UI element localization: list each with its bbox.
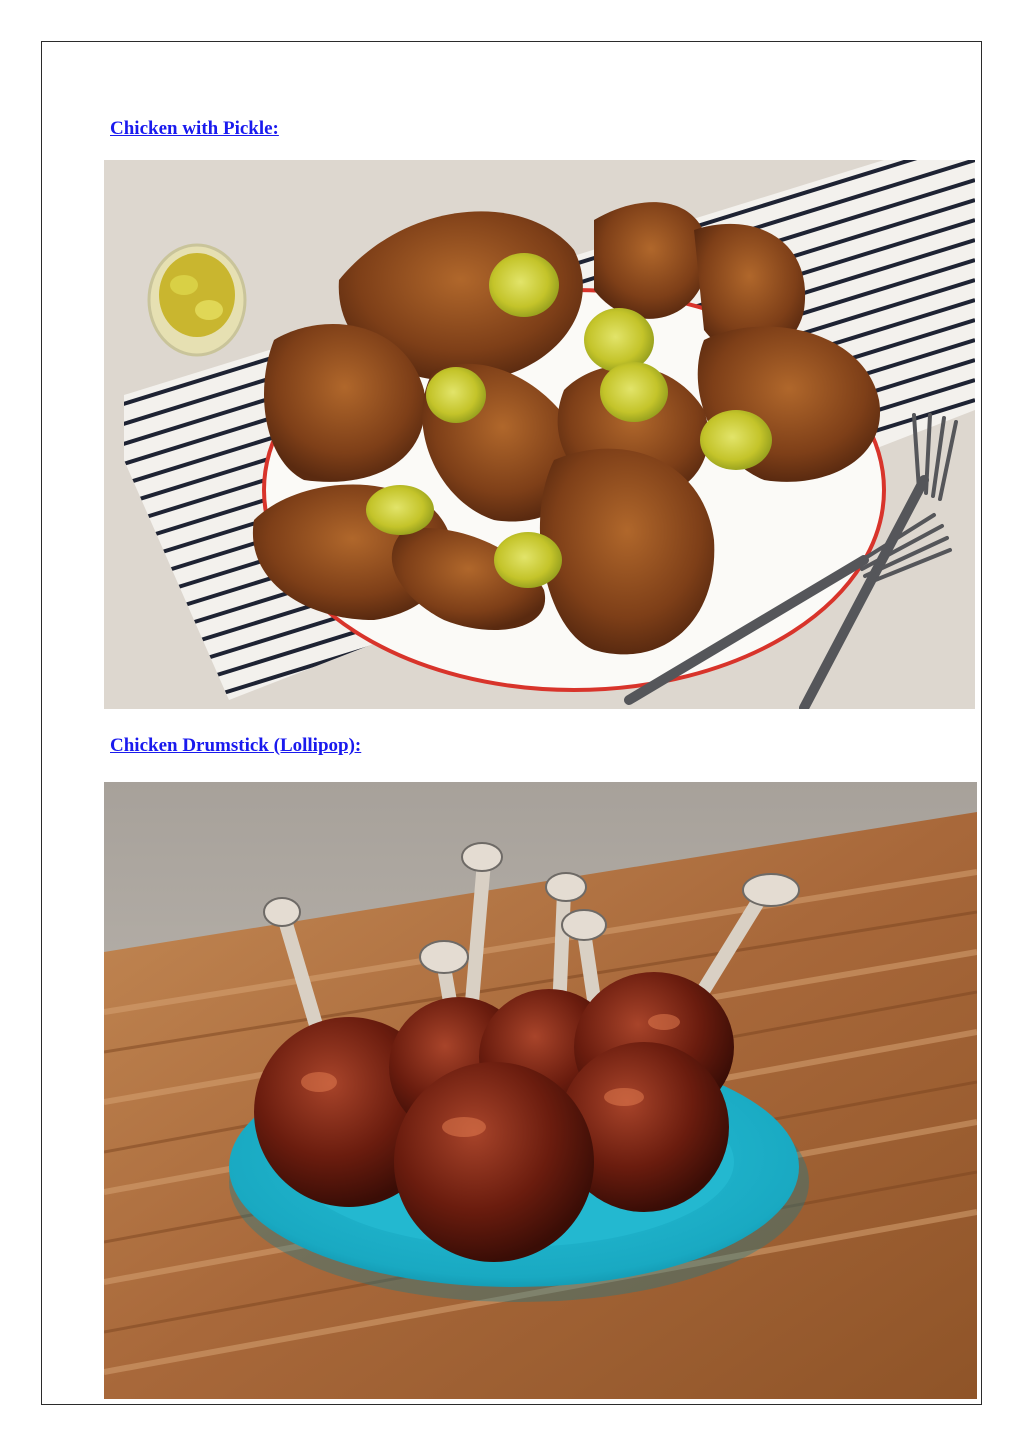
- fried-chicken-illustration: [104, 160, 975, 709]
- pickle-jar: [147, 243, 247, 357]
- chicken-drumstick-lollipop-heading-link[interactable]: Chicken Drumstick (Lollipop):: [110, 735, 361, 757]
- lollipop-drumsticks-illustration: [104, 782, 977, 1399]
- chicken-with-pickle-heading-link[interactable]: Chicken with Pickle:: [110, 118, 279, 140]
- chicken-with-pickle-photo: [104, 160, 975, 709]
- chicken-lollipop-photo: [104, 782, 977, 1399]
